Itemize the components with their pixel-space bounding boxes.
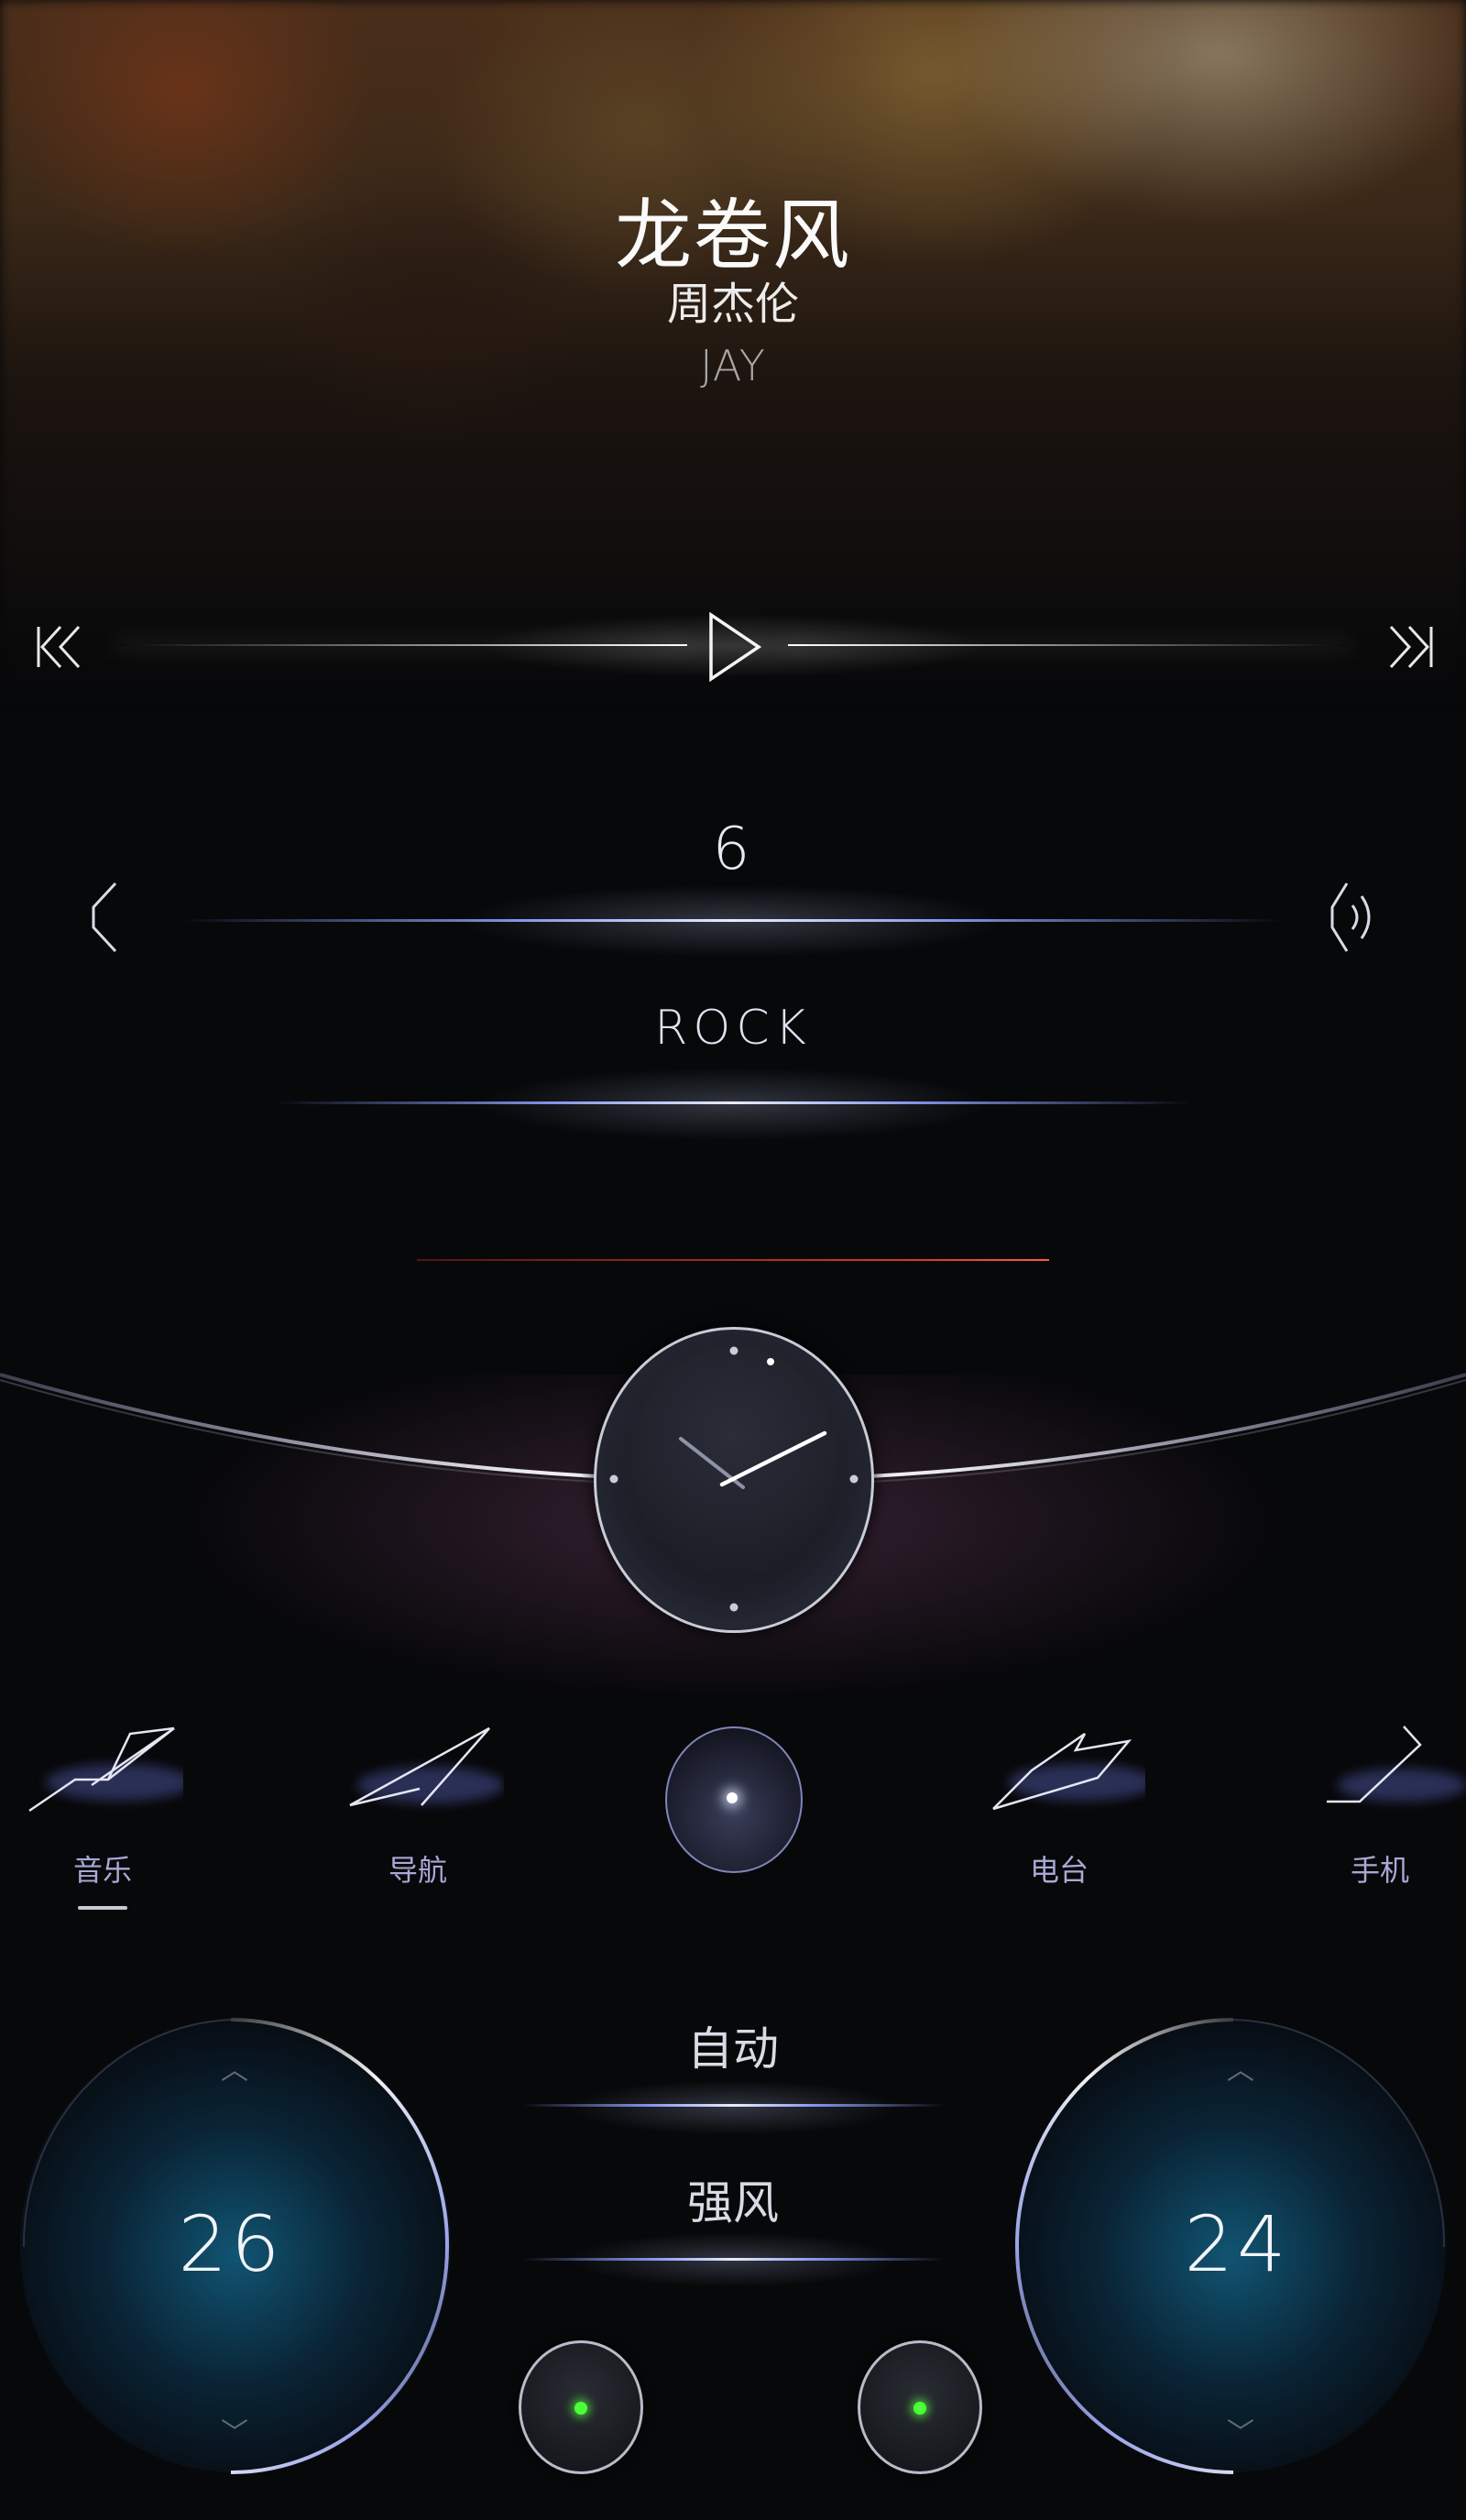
- home-knob-dot: [727, 1792, 738, 1803]
- clock-minute-hand: [719, 1430, 827, 1487]
- nav-item-music[interactable]: 音乐: [11, 1847, 194, 1910]
- temp-down-icon[interactable]: ﹀: [207, 2410, 262, 2450]
- genre-slider[interactable]: [275, 1101, 1191, 1104]
- progress-line-right[interactable]: [788, 644, 1347, 646]
- skip-next-icon[interactable]: [1382, 623, 1437, 671]
- skip-previous-icon[interactable]: [33, 623, 88, 671]
- nav-label: 导航: [388, 1853, 447, 1888]
- clock-tick-12: [729, 1346, 738, 1355]
- nav-label: 电台: [1029, 1853, 1089, 1888]
- right-status-led: [914, 2402, 926, 2415]
- nav-label: 手机: [1350, 1853, 1409, 1888]
- song-artist: 周杰伦: [666, 279, 799, 330]
- song-artist-english: JAY: [700, 341, 766, 390]
- mode-glow: [568, 2080, 898, 2135]
- fan-slider[interactable]: [522, 2258, 944, 2261]
- climate-mode-label[interactable]: 自动: [0, 2012, 1466, 2078]
- active-indicator: [78, 1906, 127, 1910]
- temp-down-icon[interactable]: ﹀: [1213, 2410, 1268, 2450]
- radio-wedge-icon[interactable]: [980, 1714, 1145, 1814]
- volume-level: 6: [712, 816, 754, 883]
- nav-item-navigation[interactable]: 导航: [326, 1847, 509, 1890]
- clock-face: [609, 1346, 859, 1612]
- chevron-left-icon[interactable]: [88, 880, 119, 955]
- genre-label[interactable]: ROCK: [0, 1001, 1466, 1056]
- nav-item-radio[interactable]: 电台: [968, 1847, 1151, 1890]
- left-status-led: [574, 2402, 587, 2415]
- speaker-icon[interactable]: [1329, 880, 1384, 955]
- clock-tick-3: [849, 1474, 859, 1484]
- red-indicator-line: [417, 1259, 1049, 1261]
- volume-slider[interactable]: [183, 919, 1283, 922]
- genre-glow: [476, 1068, 990, 1141]
- mode-slider[interactable]: [522, 2104, 944, 2107]
- clock-tick-9: [609, 1474, 618, 1484]
- clock-seconds-dot: [767, 1358, 774, 1365]
- nav-label: 音乐: [72, 1853, 132, 1888]
- clock-tick-6: [729, 1603, 738, 1612]
- music-wedge-icon[interactable]: [18, 1714, 183, 1814]
- fan-speed-label[interactable]: 强风: [0, 2166, 1466, 2232]
- play-icon[interactable]: [706, 611, 764, 683]
- nav-item-phone[interactable]: 手机: [1288, 1847, 1466, 1890]
- progress-line-left[interactable]: [119, 644, 687, 646]
- phone-wedge-icon[interactable]: [1301, 1714, 1466, 1814]
- navigation-wedge-icon[interactable]: [339, 1714, 504, 1814]
